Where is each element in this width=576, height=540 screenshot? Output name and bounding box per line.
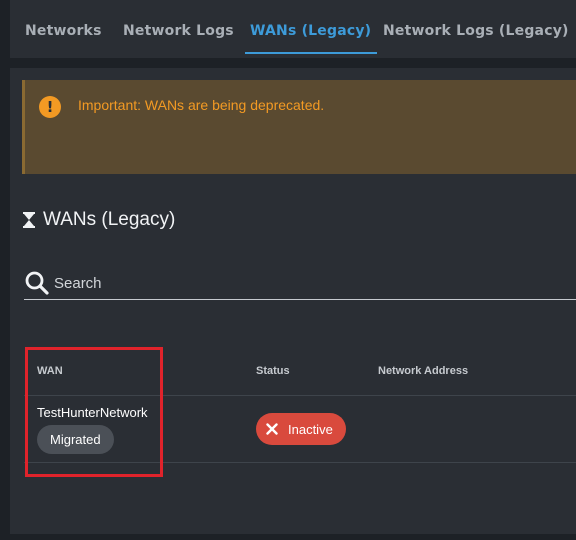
- column-header-network-address[interactable]: Network Address: [378, 365, 468, 377]
- section-title: WANs (Legacy): [43, 209, 176, 230]
- hourglass-icon: [23, 212, 35, 228]
- exclamation-icon: !: [39, 96, 61, 118]
- search-input[interactable]: [54, 272, 554, 294]
- highlight-annotation: [25, 347, 163, 477]
- alert-message: Important: WANs are being deprecated.: [78, 97, 325, 113]
- tab-network-logs-legacy[interactable]: Network Logs (Legacy): [383, 0, 569, 58]
- page-title: WANs (Legacy): [22, 207, 175, 233]
- column-header-status[interactable]: Status: [256, 365, 290, 377]
- close-icon: [266, 423, 278, 435]
- search-icon[interactable]: [24, 270, 50, 296]
- tab-wans-legacy[interactable]: WANs (Legacy): [250, 0, 371, 58]
- status-badge: Inactive: [256, 413, 346, 445]
- status-label: Inactive: [288, 421, 333, 437]
- deprecation-alert: ! Important: WANs are being deprecated.: [22, 80, 576, 174]
- tab-networks[interactable]: Networks: [25, 0, 102, 58]
- active-tab-indicator: [245, 52, 377, 54]
- tab-bar: Networks Network Logs WANs (Legacy) Netw…: [10, 0, 576, 58]
- tab-network-logs[interactable]: Network Logs: [123, 0, 234, 58]
- search-field[interactable]: [24, 268, 576, 300]
